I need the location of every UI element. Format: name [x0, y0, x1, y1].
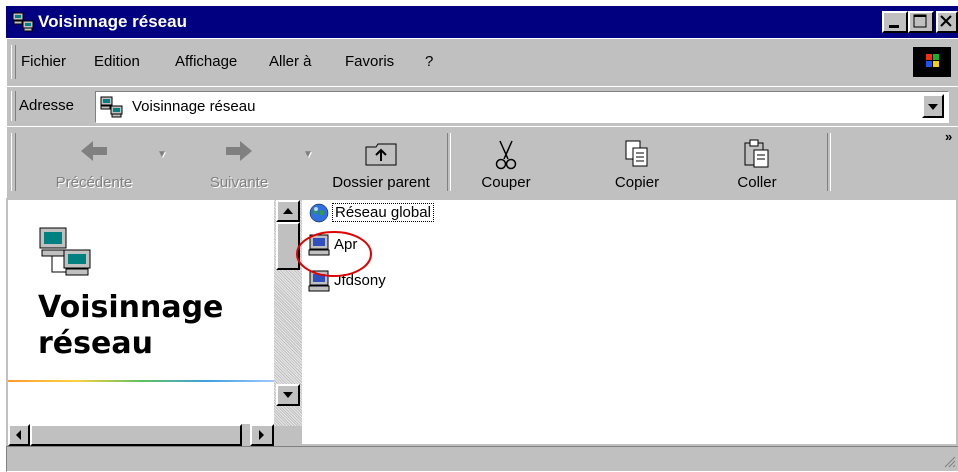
menu-bar: Fichier Edition Affichage Aller à Favori… [6, 38, 958, 88]
menu-favoris[interactable]: Favoris [345, 53, 394, 70]
scroll-right-button[interactable] [250, 424, 274, 446]
left-pane-horizontal-scrollbar[interactable] [8, 424, 274, 446]
back-label: Précédente [55, 174, 133, 191]
globe-icon [309, 203, 329, 223]
up-folder-icon [365, 143, 397, 166]
forward-label: Suivante [209, 174, 269, 191]
close-icon [940, 15, 952, 27]
file-name: Réseau global [332, 203, 434, 222]
folder-heading: Voisinnage réseau [38, 290, 223, 362]
arrow-up-icon [283, 208, 293, 214]
arrow-right-icon [259, 430, 264, 440]
menu-affichage[interactable]: Affichage [175, 53, 237, 70]
scroll-left-button[interactable] [8, 424, 30, 446]
forward-dropdown-button[interactable]: ▼ [303, 149, 313, 160]
back-dropdown-button[interactable]: ▼ [157, 149, 167, 160]
windows-flag-icon [926, 54, 939, 67]
address-dropdown-button[interactable] [922, 94, 944, 118]
network-neighborhood-icon [100, 96, 123, 118]
list-item[interactable]: Réseau global [308, 202, 454, 226]
address-field[interactable]: Voisinnage réseau [95, 91, 949, 123]
address-bar: Adresse Voisinnage réseau [6, 86, 958, 128]
scroll-up-button[interactable] [276, 200, 300, 222]
forward-arrow-icon [226, 141, 252, 161]
scroll-down-button[interactable] [276, 384, 300, 406]
red-annotation-circle [296, 231, 372, 277]
toolbar: Précédente ▼ Suivante ▼ Dossier parent C… [6, 126, 958, 200]
cut-button[interactable]: Couper [455, 127, 557, 199]
chevron-down-icon [928, 104, 938, 110]
menu-aller-a[interactable]: Aller à [269, 53, 312, 70]
minimize-icon [889, 25, 899, 28]
network-neighborhood-icon [12, 12, 34, 32]
paste-label: Coller [737, 174, 777, 191]
paste-button[interactable]: Coller [709, 127, 805, 199]
arrow-down-icon [283, 392, 293, 398]
paste-icon [744, 139, 769, 168]
cut-label: Couper [481, 174, 531, 191]
parent-folder-button[interactable]: Dossier parent [319, 127, 443, 199]
content-area: Voisinnage réseau Réseau global Apr Jfds… [6, 198, 958, 446]
horizontal-scroll-thumb[interactable] [30, 424, 242, 446]
window-title: Voisinnage réseau [38, 12, 187, 31]
back-button[interactable]: Précédente [41, 127, 147, 199]
folder-heading-line2: réseau [38, 326, 153, 361]
status-bar [6, 446, 958, 472]
copy-label: Copier [614, 174, 660, 191]
folder-info-pane: Voisinnage réseau [8, 200, 274, 444]
menu-edition[interactable]: Edition [94, 53, 140, 70]
maximize-icon [913, 14, 927, 28]
toolbar-separator [827, 133, 831, 191]
forward-button[interactable]: Suivante [187, 127, 291, 199]
windows-logo [913, 47, 951, 77]
copy-button[interactable]: Copier [585, 127, 689, 199]
parent-folder-label: Dossier parent [332, 174, 430, 191]
address-grip[interactable] [11, 91, 16, 121]
toolbar-grip[interactable] [11, 133, 16, 191]
close-button[interactable] [936, 11, 958, 33]
toolbar-separator [447, 133, 451, 191]
menu-help[interactable]: ? [425, 53, 433, 70]
file-list: Réseau global Apr Jfdsony [296, 200, 956, 444]
scissors-icon [495, 140, 517, 170]
toolbar-more-button[interactable]: » [945, 129, 952, 144]
resize-grip-icon[interactable] [941, 453, 957, 469]
maximize-button[interactable] [908, 11, 934, 33]
menu-grip[interactable] [11, 45, 16, 79]
folder-heading-line1: Voisinnage [38, 290, 224, 325]
heading-divider [8, 380, 274, 382]
arrow-left-icon [16, 430, 21, 440]
minimize-button[interactable] [882, 11, 908, 33]
menu-fichier[interactable]: Fichier [21, 53, 66, 70]
title-bar[interactable]: Voisinnage réseau [6, 6, 958, 38]
network-neighborhood-large-icon [39, 227, 91, 276]
address-label: Adresse [19, 97, 75, 114]
copy-icon [625, 140, 648, 167]
address-value: Voisinnage réseau [132, 98, 256, 115]
back-arrow-icon [81, 141, 107, 161]
